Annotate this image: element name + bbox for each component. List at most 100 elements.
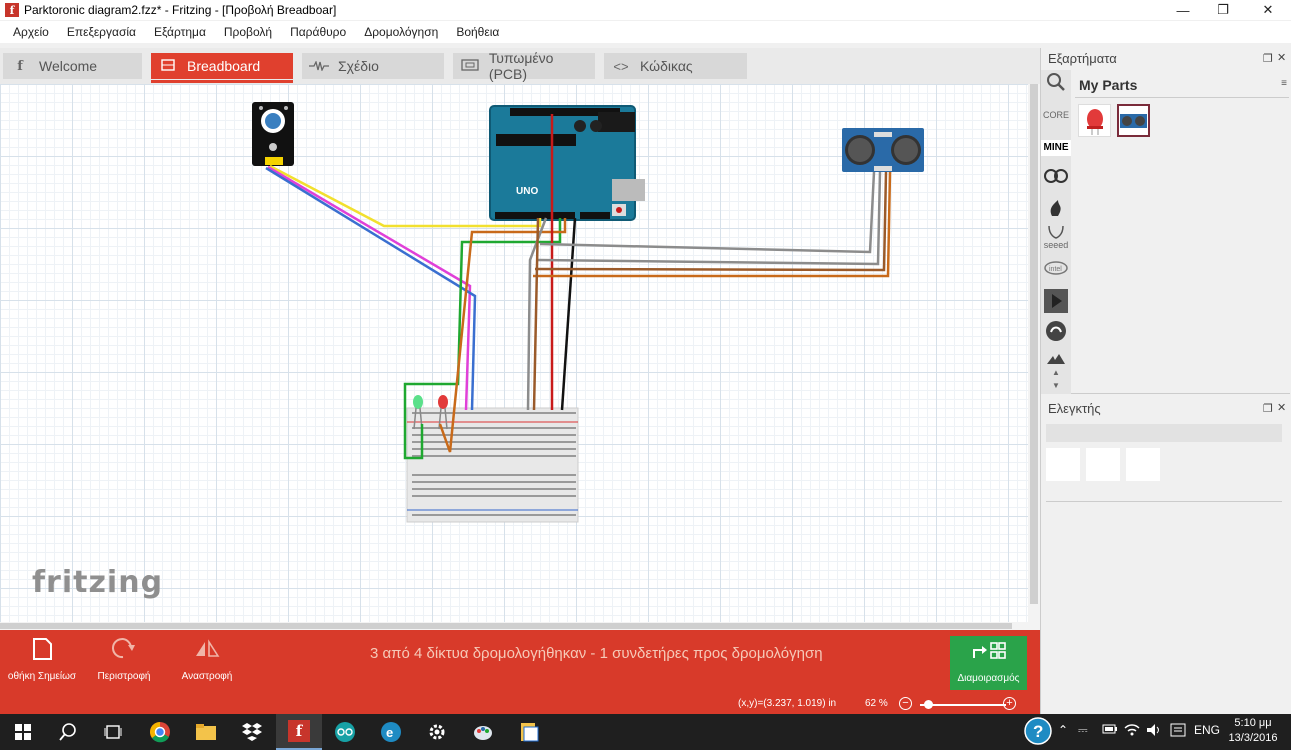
tab-label: Σχέδιο [338, 58, 379, 74]
menu-help[interactable]: Βοήθεια [452, 25, 503, 39]
clock-time: 5:10 μμ [1234, 717, 1272, 729]
tab-schematic[interactable]: Σχέδιο [302, 53, 444, 79]
help-icon[interactable]: ? [1024, 717, 1052, 748]
schematic-icon [308, 59, 330, 74]
tab-label: Breadboard [187, 58, 261, 74]
more-bins-icon[interactable] [1041, 352, 1071, 368]
windows-taskbar: f e ? ⌃ ⎓ ENG 5:10 μμ 13/3/2016 [0, 714, 1291, 750]
horizontal-scrollbar[interactable] [0, 622, 1040, 630]
breadboard-icon [157, 58, 179, 74]
search-taskbar-icon[interactable] [45, 714, 91, 750]
chrome-icon[interactable] [137, 714, 183, 750]
inspector-image-schematic [1086, 448, 1120, 481]
right-panel: Εξαρτήματα ❐ ✕ Ελεγκτής ❐ ✕ [1040, 48, 1291, 714]
seeed-bin-icon[interactable]: seeed [1041, 224, 1071, 250]
tool-label: Περιστροφή [97, 671, 151, 682]
tab-label: Κώδικας [640, 58, 693, 74]
core-bin[interactable]: CORE [1041, 110, 1071, 120]
file-explorer-icon[interactable] [183, 714, 229, 750]
zoom-out-button[interactable]: − [899, 697, 912, 710]
tab-breadboard[interactable]: Breadboard [151, 53, 293, 83]
parts-panel-title: Εξαρτήματα [1048, 51, 1117, 66]
parts-bin-sidebar: CORE MINE seeed intel ▲ ▼ [1041, 70, 1071, 394]
search-icon[interactable] [1041, 72, 1071, 96]
bin-title: My Parts [1079, 77, 1138, 93]
sensor-module[interactable] [252, 102, 294, 166]
breadboard[interactable] [406, 407, 579, 523]
battery-icon[interactable] [1102, 723, 1118, 738]
snootlab-bin-icon[interactable] [1041, 320, 1071, 344]
fritzing-taskbar-icon[interactable]: f [276, 714, 322, 750]
mine-bin[interactable]: MINE [1041, 140, 1071, 156]
scroll-up-icon[interactable]: ▲ [1041, 368, 1071, 377]
intel-bin-icon[interactable]: intel [1041, 260, 1071, 278]
panel-close-icon[interactable]: ✕ [1277, 401, 1286, 414]
menu-window[interactable]: Παράθυρο [286, 25, 350, 39]
paint-icon[interactable] [460, 714, 506, 750]
tab-label: Τυπωμένο (PCB) [488, 50, 554, 82]
tab-welcome[interactable]: f Welcome [3, 53, 142, 79]
settings-gear-icon[interactable] [414, 714, 460, 750]
wire-black [560, 217, 577, 411]
menu-edit[interactable]: Επεξεργασία [63, 25, 140, 39]
seeed-label: seeed [1043, 240, 1069, 250]
ultrasonic-sensor[interactable] [842, 128, 924, 172]
status-bar: (x,y)=(3.237, 1.019) in 62 % − + [0, 696, 1040, 714]
action-center-icon[interactable] [1170, 723, 1186, 740]
bin-menu-icon[interactable]: ≡ [1281, 78, 1287, 89]
arduino-ide-icon[interactable] [322, 714, 368, 750]
language-indicator[interactable]: ENG [1194, 723, 1220, 737]
panel-close-icon[interactable]: ✕ [1277, 51, 1286, 64]
tab-pcb[interactable]: Τυπωμένο (PCB) [453, 50, 595, 82]
clock-date: 13/3/2016 [1228, 732, 1278, 744]
add-note-button[interactable]: οθήκη Σημείωσ [4, 636, 80, 682]
panel-divider [1044, 393, 1290, 394]
view-tabs: f Welcome Breadboard Σχέδιο Τυπωμένο (PC… [0, 48, 1040, 84]
restore-button[interactable]: ❐ [1200, 0, 1246, 20]
part-red-led[interactable] [1078, 104, 1111, 137]
tab-code[interactable]: <> Κώδικας [604, 53, 747, 79]
wifi-icon[interactable] [1124, 723, 1140, 740]
menu-routing[interactable]: Δρομολόγηση [360, 25, 442, 39]
inspector-title-field [1046, 424, 1282, 442]
circuit-drawing: UNO [252, 102, 924, 523]
fritzing-f-icon: f [17, 58, 23, 74]
share-button[interactable]: Διαμοιρασμός [950, 636, 1027, 690]
tray-expand-icon[interactable]: ⌃ [1058, 723, 1068, 737]
volume-icon[interactable] [1146, 723, 1162, 740]
flip-button[interactable]: Αναστροφή [176, 636, 238, 682]
red-led-icon [1087, 109, 1103, 135]
arduino-bin-icon[interactable] [1041, 168, 1071, 186]
menu-part[interactable]: Εξάρτημα [150, 25, 210, 39]
wire-pink [267, 165, 472, 411]
panel-float-icon[interactable]: ❐ [1263, 52, 1273, 65]
task-view-icon[interactable] [90, 714, 136, 750]
vertical-scrollbar[interactable] [1028, 84, 1040, 622]
menu-file[interactable]: Αρχείο [9, 25, 53, 39]
zoom-in-button[interactable]: + [1003, 697, 1016, 710]
breadboard-canvas[interactable]: UNO fritzing [0, 84, 1028, 622]
sparkfun-bin-icon[interactable] [1041, 196, 1071, 220]
part-ultrasonic-sensor[interactable] [1117, 104, 1150, 137]
scroll-thumb[interactable] [1030, 84, 1038, 604]
note-icon [33, 638, 52, 660]
zoom-slider-knob[interactable] [923, 700, 933, 709]
arduino-uno[interactable]: UNO [489, 105, 645, 221]
dropbox-icon[interactable] [229, 714, 275, 750]
system-clock[interactable]: 5:10 μμ 13/3/2016 [1222, 716, 1284, 746]
ultrasonic-sensor-icon [1120, 114, 1147, 128]
play-bin-icon[interactable] [1041, 288, 1071, 316]
files-app-icon[interactable] [506, 714, 552, 750]
menu-bar: Αρχείο Επεξεργασία Εξάρτημα Προβολή Παρά… [0, 21, 1291, 43]
menu-view[interactable]: Προβολή [220, 25, 276, 39]
safely-remove-icon[interactable]: ⎓ [1078, 723, 1088, 738]
zoom-level: 62 % [865, 698, 888, 709]
rotate-button[interactable]: Περιστροφή [92, 636, 156, 682]
scroll-thumb[interactable] [0, 623, 1012, 629]
close-button[interactable]: ✕ [1245, 0, 1291, 20]
scroll-down-icon[interactable]: ▼ [1041, 381, 1071, 390]
zoom-slider[interactable] [920, 704, 1006, 706]
app-e-icon[interactable]: e [368, 714, 414, 750]
start-button[interactable] [0, 714, 46, 750]
panel-float-icon[interactable]: ❐ [1263, 402, 1273, 415]
